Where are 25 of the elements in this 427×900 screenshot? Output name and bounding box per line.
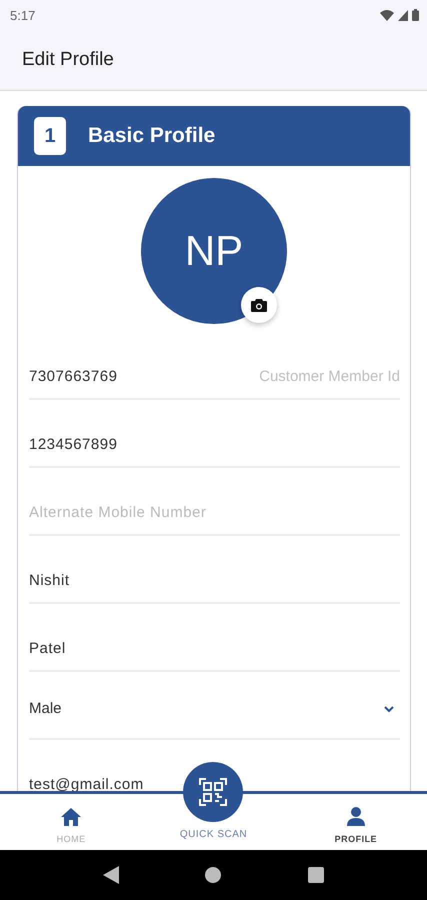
signal-icon — [398, 10, 408, 20]
recents-icon[interactable] — [308, 867, 324, 883]
battery-icon — [412, 9, 419, 21]
section-title: Basic Profile — [88, 124, 216, 148]
screen-title: Edit Profile — [22, 49, 114, 71]
camera-button[interactable] — [241, 287, 277, 323]
avatar[interactable]: NP — [141, 178, 287, 324]
step-number: 1 — [34, 117, 66, 155]
field-label: Customer Member Id — [259, 368, 400, 386]
input-field[interactable]: 1234567899 — [29, 422, 400, 468]
back-icon[interactable] — [103, 866, 120, 884]
input-field[interactable]: Alternate Mobile Number — [29, 490, 400, 536]
nav-tab[interactable]: PROFILE — [334, 807, 378, 850]
input-field[interactable]: Patel — [29, 626, 400, 672]
camera-icon — [251, 298, 267, 312]
chevron-down-icon — [384, 706, 394, 713]
input-field[interactable]: Nishit — [29, 558, 400, 604]
nav-tab[interactable]: QUICK SCAN — [180, 829, 248, 840]
wifi-icon — [380, 10, 394, 20]
status-time: 5:17 — [10, 8, 36, 22]
home-circle-icon[interactable] — [205, 867, 222, 883]
dropdown-field[interactable]: Male — [29, 694, 400, 740]
person-icon — [346, 807, 365, 826]
house-icon — [61, 808, 82, 826]
qr-code-icon — [199, 778, 228, 806]
